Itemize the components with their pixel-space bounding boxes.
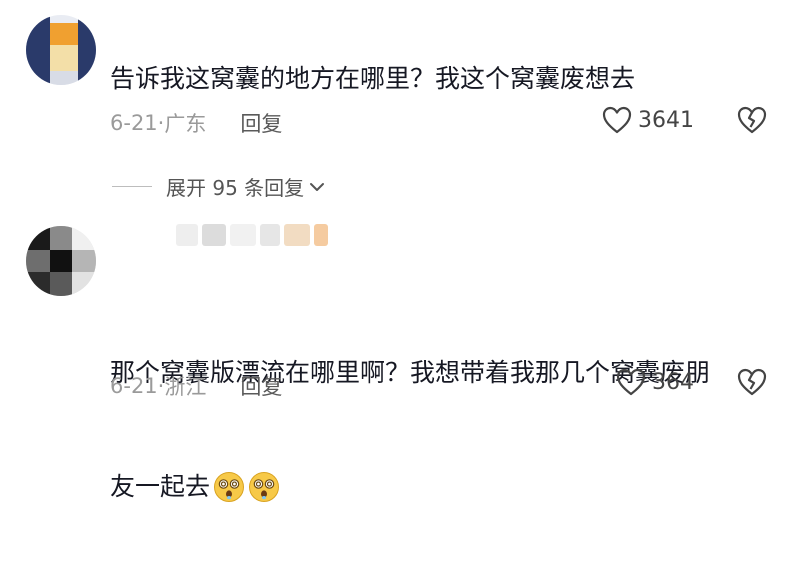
- blur-block: [230, 224, 256, 246]
- avatar-pixel-block: [50, 272, 72, 296]
- comment-location: 浙江: [164, 375, 207, 399]
- avatar-pixel-block: [26, 226, 50, 250]
- avatar-pixel-block: [50, 250, 72, 272]
- comment-meta: 6-21 · 浙江 回复: [110, 371, 282, 401]
- meta-dot: ·: [157, 374, 165, 398]
- heart-outline-icon: [616, 368, 646, 396]
- comment-text-line2: 友一起去: [110, 468, 710, 506]
- avatar[interactable]: [26, 226, 96, 296]
- like-button[interactable]: 364: [616, 368, 694, 396]
- blur-block: [202, 224, 226, 246]
- broken-heart-icon: [737, 368, 767, 396]
- avatar-pixel-block: [50, 226, 72, 250]
- comment-item-2: 那个窝囊版漂流在哪里啊？我想带着我那几个窝囊废朋 友一起去 6-21 · 浙江 …: [0, 0, 800, 502]
- avatar-pixel-block: [72, 272, 96, 296]
- comment-date: 6-21: [110, 374, 158, 398]
- avatar-pixel-block: [72, 226, 96, 250]
- comment-text-line: 友一起去: [110, 472, 211, 501]
- dizzy-face-emoji: [249, 472, 280, 502]
- blur-block: [176, 224, 198, 246]
- like-count: 364: [652, 369, 694, 395]
- reply-button[interactable]: 回复: [240, 371, 282, 401]
- blur-block: [314, 224, 328, 246]
- dizzy-face-emoji: [214, 472, 245, 502]
- blur-block: [260, 224, 280, 246]
- dislike-button[interactable]: [736, 368, 768, 400]
- avatar-pixel-block: [26, 250, 50, 272]
- username-blurred[interactable]: [176, 222, 332, 248]
- avatar-pixel-block: [72, 250, 96, 272]
- blur-block: [284, 224, 310, 246]
- avatar-pixel-block: [26, 272, 50, 296]
- comment-text: 那个窝囊版漂流在哪里啊？我想带着我那几个窝囊废朋 友一起去: [110, 278, 710, 582]
